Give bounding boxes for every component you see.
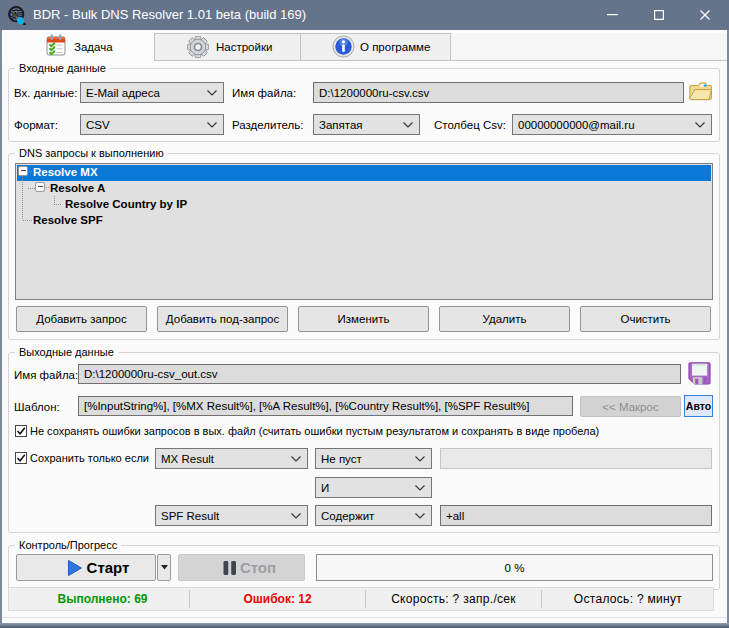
svg-text:DNS: DNS <box>9 11 24 18</box>
